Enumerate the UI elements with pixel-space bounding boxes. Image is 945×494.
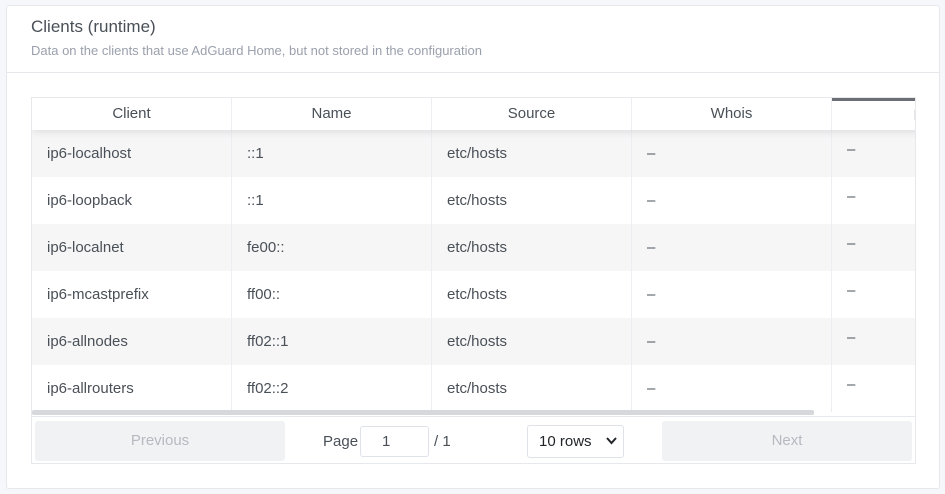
table-row: ip6-allrouters ff02::2 etc/hosts – – bbox=[32, 365, 915, 412]
rows-per-page-select[interactable]: 10 rows bbox=[527, 425, 624, 458]
whois-cell: – bbox=[632, 271, 832, 318]
rows-per-page-value: 10 rows bbox=[539, 433, 592, 450]
runtime-clients-card: Clients (runtime) Data on the clients th… bbox=[6, 5, 940, 489]
whois-cell: – bbox=[632, 365, 832, 412]
table-row: ip6-localnet fe00:: etc/hosts – – bbox=[32, 224, 915, 271]
page-total: / 1 bbox=[434, 433, 451, 450]
card-title: Clients (runtime) bbox=[31, 17, 156, 36]
requests-cell: – bbox=[832, 318, 915, 365]
client-cell: ip6-localnet bbox=[32, 224, 232, 271]
pagination-bar: Previous Page / 1 10 rows Next bbox=[32, 416, 915, 463]
page-label: Page bbox=[323, 433, 359, 450]
name-cell: ff02::2 bbox=[232, 365, 432, 412]
table-header: Client Name Source Whois Requ bbox=[32, 98, 915, 130]
clients-table: Client Name Source Whois Requ ip6-localh… bbox=[31, 97, 916, 464]
requests-cell: – bbox=[832, 271, 915, 318]
name-cell: fe00:: bbox=[232, 224, 432, 271]
name-cell: ::1 bbox=[232, 177, 432, 224]
whois-cell: – bbox=[632, 224, 832, 271]
requests-cell: – bbox=[832, 365, 915, 412]
client-cell: ip6-allnodes bbox=[32, 318, 232, 365]
whois-cell: – bbox=[632, 177, 832, 224]
requests-cell: – bbox=[832, 177, 915, 224]
table-row: ip6-allnodes ff02::1 etc/hosts – – bbox=[32, 318, 915, 365]
chevron-down-icon bbox=[606, 426, 617, 463]
column-header-whois[interactable]: Whois bbox=[632, 98, 832, 130]
name-cell: ff00:: bbox=[232, 271, 432, 318]
client-cell: ip6-mcastprefix bbox=[32, 271, 232, 318]
whois-cell: – bbox=[632, 318, 832, 365]
card-header: Clients (runtime) Data on the clients th… bbox=[7, 6, 939, 73]
name-cell: ::1 bbox=[232, 130, 432, 177]
column-header-name[interactable]: Name bbox=[232, 98, 432, 130]
table-row: ip6-mcastprefix ff00:: etc/hosts – – bbox=[32, 271, 915, 318]
client-cell: ip6-loopback bbox=[32, 177, 232, 224]
source-cell: etc/hosts bbox=[432, 365, 632, 412]
previous-page-button[interactable]: Previous bbox=[35, 421, 285, 461]
card-subtitle: Data on the clients that use AdGuard Hom… bbox=[31, 43, 482, 58]
column-header-requests[interactable]: Requ bbox=[832, 98, 915, 130]
client-cell: ip6-allrouters bbox=[32, 365, 232, 412]
column-header-source[interactable]: Source bbox=[432, 98, 632, 130]
table-row: ip6-localhost ::1 etc/hosts – – bbox=[32, 130, 915, 177]
source-cell: etc/hosts bbox=[432, 318, 632, 365]
source-cell: etc/hosts bbox=[432, 130, 632, 177]
page-number-input[interactable] bbox=[360, 426, 429, 457]
source-cell: etc/hosts bbox=[432, 224, 632, 271]
source-cell: etc/hosts bbox=[432, 177, 632, 224]
next-page-button[interactable]: Next bbox=[662, 421, 912, 461]
requests-cell: – bbox=[832, 130, 915, 177]
horizontal-scrollbar[interactable] bbox=[32, 410, 814, 415]
source-cell: etc/hosts bbox=[432, 271, 632, 318]
whois-cell: – bbox=[632, 130, 832, 177]
column-header-client[interactable]: Client bbox=[32, 98, 232, 130]
requests-cell: – bbox=[832, 224, 915, 271]
name-cell: ff02::1 bbox=[232, 318, 432, 365]
client-cell: ip6-localhost bbox=[32, 130, 232, 177]
table-row: ip6-loopback ::1 etc/hosts – – bbox=[32, 177, 915, 224]
